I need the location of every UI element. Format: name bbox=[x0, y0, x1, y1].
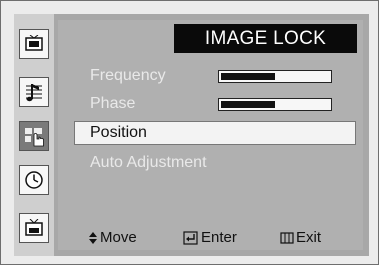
enter-label: Enter bbox=[201, 229, 237, 246]
menu-item-frequency[interactable]: Frequency bbox=[90, 67, 166, 85]
phase-level bbox=[221, 101, 275, 108]
menu-icon-bar bbox=[14, 14, 54, 256]
menu-panel: IMAGE LOCK Frequency Phase Position Auto… bbox=[58, 20, 363, 250]
menu-item-auto-adjustment[interactable]: Auto Adjustment bbox=[90, 154, 207, 172]
exit-icon bbox=[280, 231, 294, 244]
frequency-level bbox=[221, 73, 275, 80]
osd-screen: IMAGE LOCK Frequency Phase Position Auto… bbox=[14, 14, 369, 256]
input-icon[interactable] bbox=[19, 213, 49, 243]
osd-frame: IMAGE LOCK Frequency Phase Position Auto… bbox=[0, 0, 379, 265]
setup-icon[interactable] bbox=[19, 121, 49, 151]
move-label: Move bbox=[100, 229, 137, 246]
enter-icon bbox=[183, 230, 198, 245]
move-hint: Move bbox=[88, 229, 137, 246]
clock-icon[interactable] bbox=[19, 165, 49, 195]
frequency-slider[interactable] bbox=[218, 70, 332, 83]
sound-icon[interactable] bbox=[19, 77, 49, 107]
phase-slider[interactable] bbox=[218, 98, 332, 111]
menu-title: IMAGE LOCK bbox=[174, 24, 357, 53]
menu-item-position[interactable]: Position bbox=[90, 124, 147, 142]
picture-icon[interactable] bbox=[19, 29, 49, 59]
enter-hint: Enter bbox=[183, 229, 237, 246]
up-down-arrow-icon bbox=[89, 231, 97, 244]
exit-label: Exit bbox=[296, 229, 322, 246]
exit-hint: Exit bbox=[280, 229, 321, 246]
menu-item-phase[interactable]: Phase bbox=[90, 95, 135, 113]
